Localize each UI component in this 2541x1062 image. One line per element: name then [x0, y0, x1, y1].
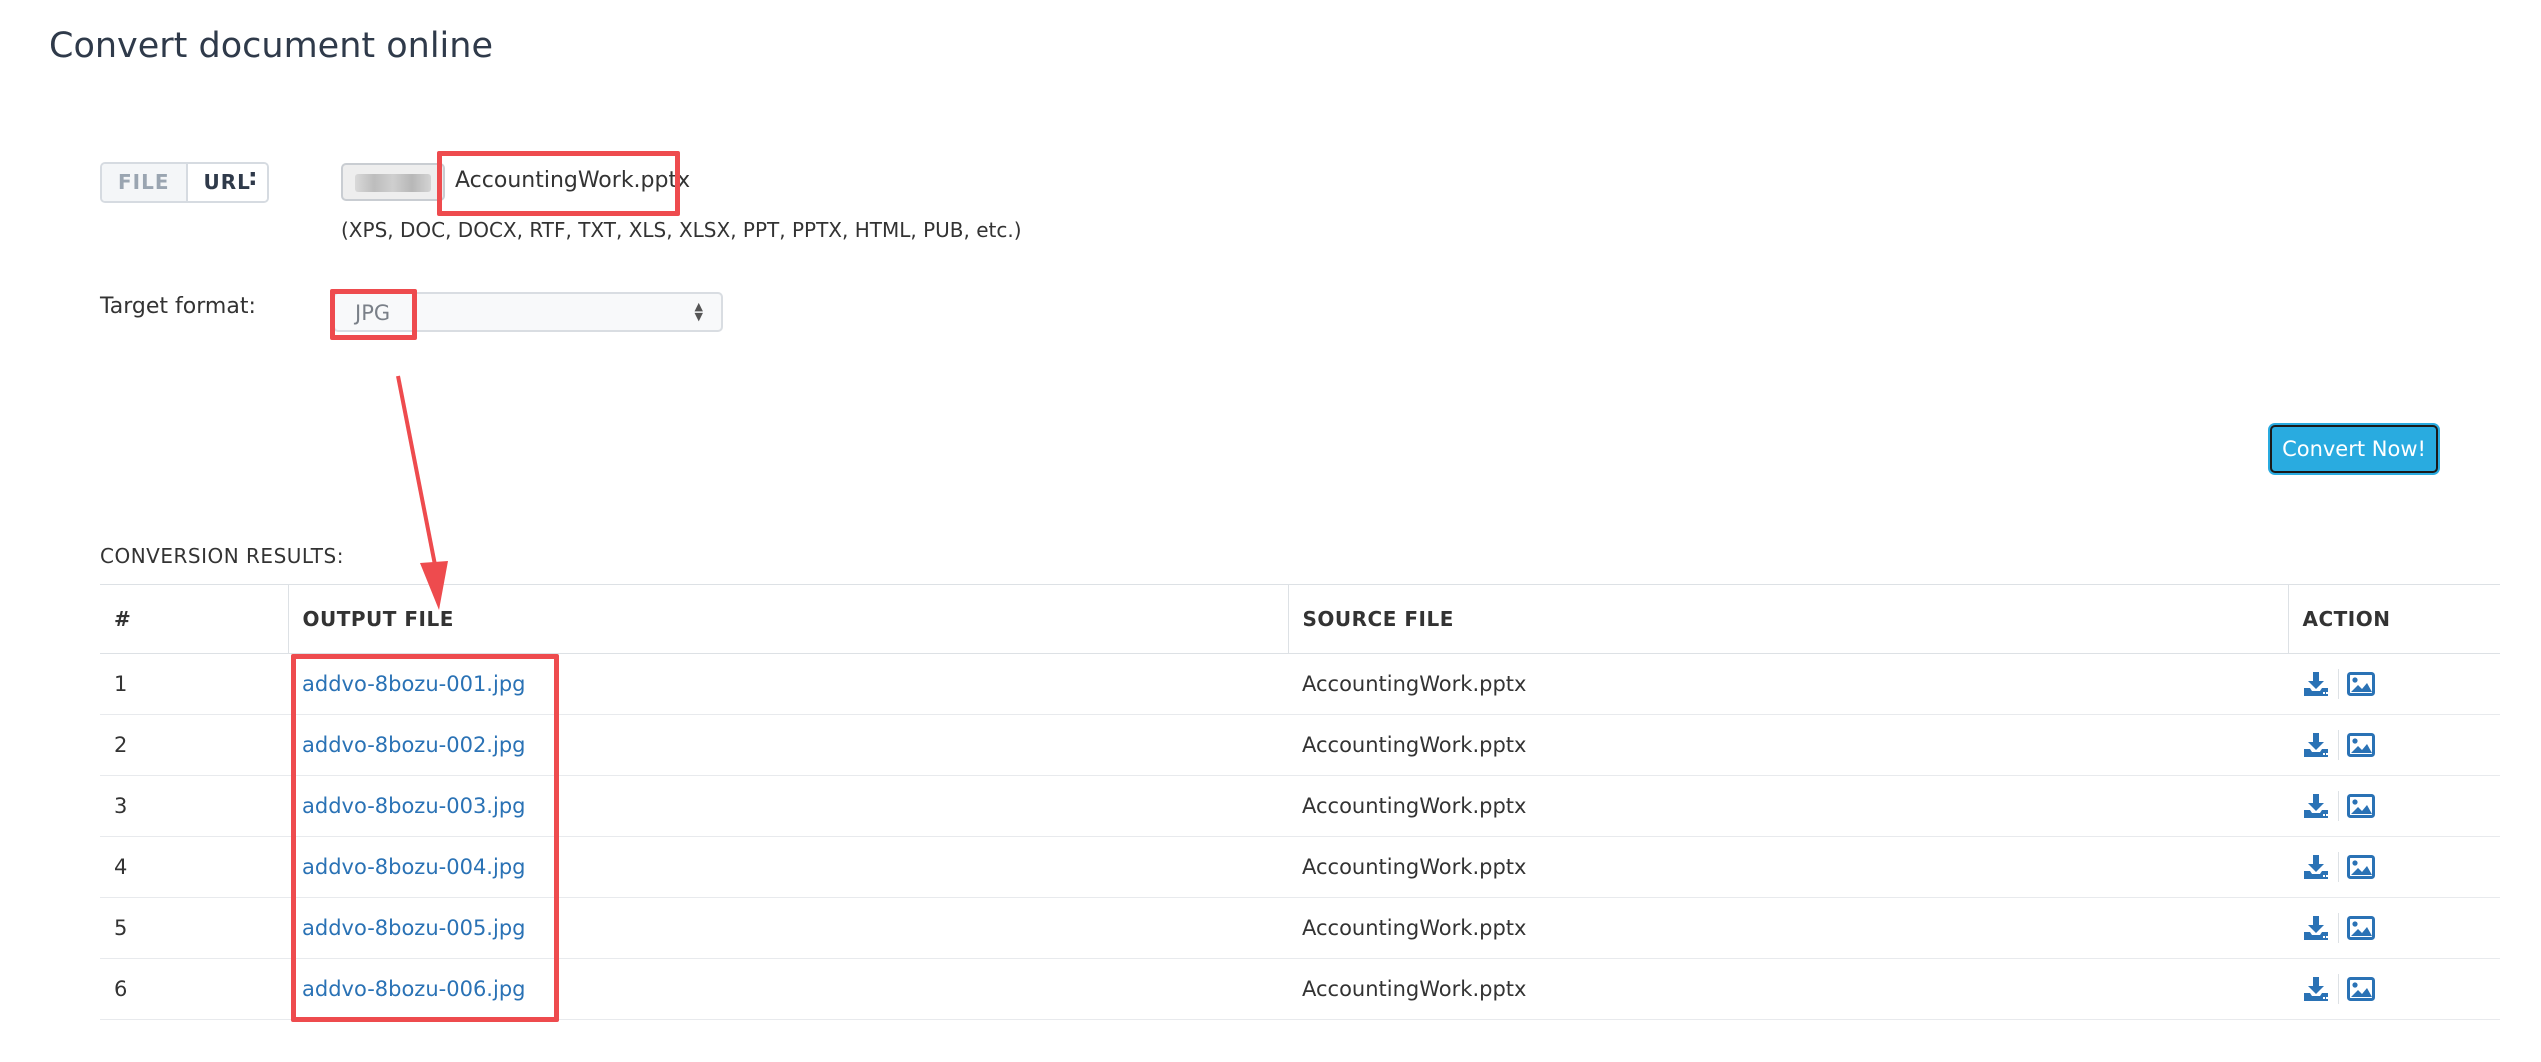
row-number: 4: [100, 836, 288, 898]
action-cell: [2288, 897, 2500, 959]
row-number: 5: [100, 897, 288, 959]
action-divider: [2338, 730, 2339, 760]
source-file-cell: AccountingWork.pptx: [1288, 836, 2288, 898]
file-mode-button[interactable]: FILE: [102, 164, 188, 201]
image-preview-icon[interactable]: [2347, 976, 2375, 1002]
image-preview-icon[interactable]: [2347, 671, 2375, 697]
download-icon[interactable]: [2302, 793, 2330, 819]
action-group: [2302, 791, 2500, 821]
action-divider: [2338, 913, 2339, 943]
source-file-cell: AccountingWork.pptx: [1288, 958, 2288, 1020]
column-header-action: ACTION: [2287, 584, 2500, 654]
source-file-cell: AccountingWork.pptx: [1288, 714, 2288, 776]
download-icon[interactable]: [2302, 671, 2330, 697]
row-number: 3: [100, 775, 288, 837]
column-header-source-file: SOURCE FILE: [1287, 584, 2288, 654]
annotation-box-output-files: [291, 654, 559, 1022]
row-number: 6: [100, 958, 288, 1020]
row-number: 1: [100, 653, 288, 715]
choose-file-button[interactable]: [341, 163, 445, 201]
image-preview-icon[interactable]: [2347, 854, 2375, 880]
download-icon[interactable]: [2302, 732, 2330, 758]
column-header-output-file: OUTPUT FILE: [287, 584, 1288, 654]
action-cell: [2288, 775, 2500, 837]
download-icon[interactable]: [2302, 854, 2330, 880]
blurred-button-label: [355, 174, 431, 192]
row-number: 2: [100, 714, 288, 776]
action-group: [2302, 730, 2500, 760]
image-preview-icon[interactable]: [2347, 915, 2375, 941]
action-group: [2302, 974, 2500, 1004]
page-title: Convert document online: [49, 26, 493, 66]
image-preview-icon[interactable]: [2347, 732, 2375, 758]
action-cell: [2288, 653, 2500, 715]
action-group: [2302, 913, 2500, 943]
action-cell: [2288, 958, 2500, 1020]
annotation-box-target-format: [330, 289, 417, 340]
action-divider: [2338, 974, 2339, 1004]
source-file-cell: AccountingWork.pptx: [1288, 775, 2288, 837]
download-icon[interactable]: [2302, 976, 2330, 1002]
source-file-cell: AccountingWork.pptx: [1288, 653, 2288, 715]
image-preview-icon[interactable]: [2347, 793, 2375, 819]
action-group: [2302, 669, 2500, 699]
column-header-number: #: [100, 584, 288, 654]
table-header-row: # OUTPUT FILE SOURCE FILE ACTION: [100, 584, 2500, 654]
download-icon[interactable]: [2302, 915, 2330, 941]
convert-now-button[interactable]: Convert Now!: [2270, 425, 2438, 473]
action-cell: [2288, 836, 2500, 898]
annotation-box-file-name: [437, 151, 680, 216]
source-file-cell: AccountingWork.pptx: [1288, 897, 2288, 959]
select-updown-icon: ▲ ▼: [694, 300, 703, 323]
action-group: [2302, 852, 2500, 882]
action-divider: [2338, 791, 2339, 821]
action-divider: [2338, 669, 2339, 699]
target-format-label: Target format:: [100, 294, 256, 319]
supported-formats-hint: (XPS, DOC, DOCX, RTF, TXT, XLS, XLSX, PP…: [341, 218, 1022, 242]
action-cell: [2288, 714, 2500, 776]
toggle-colon: :: [248, 163, 258, 191]
results-title: CONVERSION RESULTS:: [100, 544, 344, 568]
action-divider: [2338, 852, 2339, 882]
input-mode-toggle: FILE URL: [100, 162, 269, 203]
